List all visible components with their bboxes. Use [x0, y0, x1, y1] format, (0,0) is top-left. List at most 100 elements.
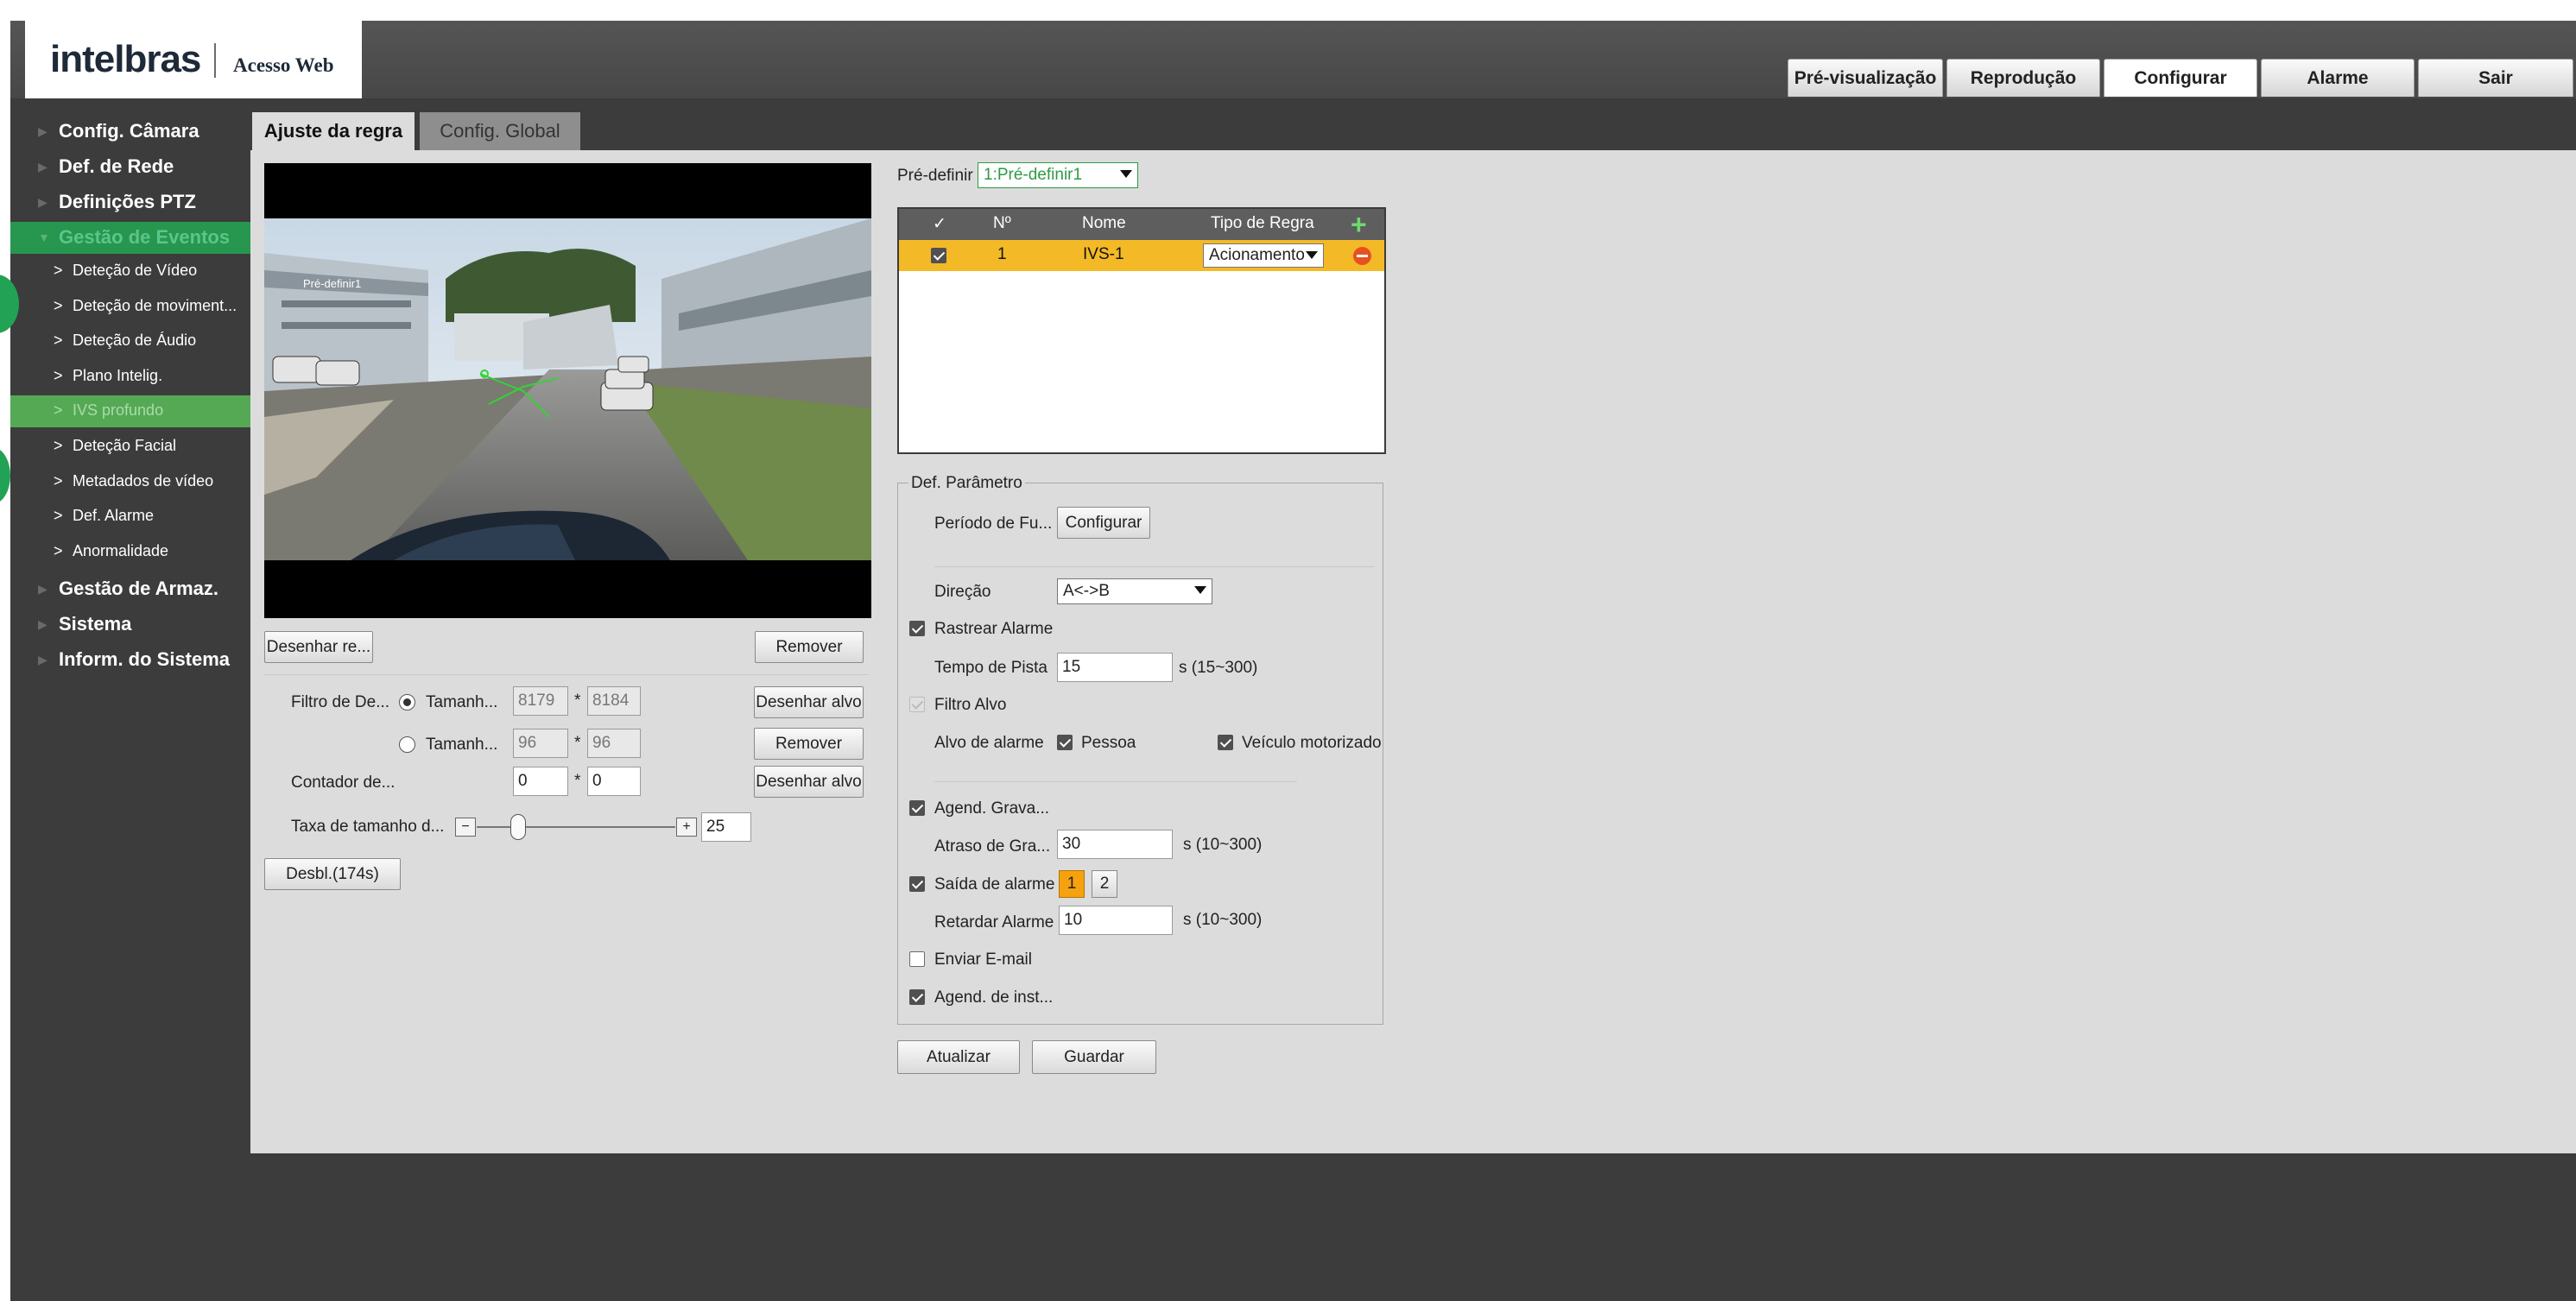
remove-target-button[interactable]: Remover [754, 728, 864, 760]
size-radio-2[interactable] [399, 736, 415, 753]
col-type-header: Tipo de Regra [1211, 214, 1314, 232]
decorative-circle [0, 447, 10, 504]
sidebar-group-storage[interactable]: Gestão de Armaz. [59, 578, 218, 600]
rule-type-select[interactable]: Acionamento [1203, 243, 1324, 268]
nav-tab-preview[interactable]: Pré-visualização [1788, 59, 1943, 97]
record-delay-unit: s (10~300) [1183, 836, 1263, 854]
track-time-label: Tempo de Pista [934, 659, 1047, 677]
configure-button[interactable]: Configurar [1057, 507, 1150, 539]
draw-rule-button[interactable]: Desenhar re... [264, 631, 373, 663]
sidebar-item-deep-ivs[interactable]: IVS profundo [73, 401, 163, 420]
expand-arrow-icon: ▶ [38, 160, 47, 174]
max-width-field[interactable]: 8179 [513, 686, 568, 716]
track-time-input[interactable]: 15 [1057, 653, 1173, 682]
refresh-button[interactable]: Atualizar [897, 1040, 1020, 1074]
times-sign: * [574, 772, 581, 790]
param-legend: Def. Parâmetro [908, 474, 1025, 493]
preset-overlay: Pré-definir1 [303, 277, 361, 290]
min-height-field[interactable]: 96 [587, 729, 641, 758]
delete-rule-icon[interactable] [1353, 247, 1371, 265]
alarm-out-2-button[interactable]: 2 [1092, 870, 1117, 898]
sidebar-group-camera[interactable]: Config. Câmara [59, 120, 199, 142]
vehicle-label: Veículo motorizado [1242, 734, 1382, 752]
draw-target-button[interactable]: Desenhar alvo [754, 686, 864, 718]
size-rate-slider-track[interactable] [477, 826, 675, 828]
expand-arrow-icon: ▶ [38, 582, 47, 596]
sidebar-group-system-info[interactable]: Inform. do Sistema [59, 648, 230, 671]
video-preview[interactable]: Pré-definir1 [264, 163, 871, 618]
rule-name: IVS-1 [1083, 245, 1124, 263]
expand-arrow-icon: ▶ [38, 124, 47, 138]
max-height-field[interactable]: 8184 [587, 686, 641, 716]
counter-label: Contador de... [291, 774, 396, 792]
track-alarm-checkbox[interactable] [909, 621, 925, 636]
preset-select-value: 1:Pré-definir1 [984, 166, 1083, 184]
sidebar-group-ptz[interactable]: Definições PTZ [59, 191, 196, 213]
remove-rule-button[interactable]: Remover [755, 631, 864, 663]
chevron-right-icon: > [54, 507, 63, 524]
sidebar-group-events[interactable]: Gestão de Eventos [59, 226, 230, 249]
nav-tab-playback[interactable]: Reprodução [1946, 59, 2100, 97]
sidebar-group-system[interactable]: Sistema [59, 613, 131, 635]
record-delay-input[interactable]: 30 [1057, 830, 1173, 859]
counter-width-field[interactable]: 0 [513, 767, 568, 796]
save-button[interactable]: Guardar [1032, 1040, 1156, 1074]
disable-button[interactable]: Desbl.(174s) [264, 858, 401, 890]
direction-select[interactable]: A<->B [1057, 578, 1212, 604]
chevron-right-icon: > [54, 297, 63, 314]
target-filter-checkbox[interactable] [909, 697, 925, 712]
add-rule-icon[interactable]: + [1351, 209, 1367, 241]
min-width-field[interactable]: 96 [513, 729, 568, 758]
snapshot-schedule-checkbox[interactable] [909, 989, 925, 1005]
nav-tab-alarm[interactable]: Alarme [2261, 59, 2415, 97]
preset-select[interactable]: 1:Pré-definir1 [978, 162, 1138, 188]
draw-target-button-2[interactable]: Desenhar alvo [754, 766, 864, 798]
sidebar-group-network[interactable]: Def. de Rede [59, 155, 174, 178]
chevron-right-icon: > [54, 542, 63, 559]
tab-rule-setup[interactable]: Ajuste da regra [252, 112, 415, 150]
chevron-right-icon: > [54, 437, 63, 454]
chevron-right-icon: > [54, 401, 63, 419]
nav-tab-logout[interactable]: Sair [2418, 59, 2573, 97]
size-rate-input[interactable]: 25 [701, 812, 751, 842]
sidebar-item-face-detection[interactable]: Deteção Facial [73, 437, 176, 455]
expand-arrow-icon: ▶ [38, 195, 47, 209]
chevron-right-icon: > [54, 367, 63, 384]
sidebar-item-motion-detection[interactable]: Deteção de moviment... [73, 297, 237, 315]
sidebar-item-alarm-setup[interactable]: Def. Alarme [73, 507, 154, 525]
target-filter-label: Filtro Alvo [934, 696, 1007, 714]
minus-icon[interactable]: − [455, 818, 476, 837]
divider [934, 781, 1297, 782]
size-radio-1[interactable] [399, 694, 415, 710]
tab-global-config[interactable]: Config. Global [420, 112, 580, 150]
sidebar-item-video-detection[interactable]: Deteção de Vídeo [73, 262, 197, 280]
size-rate-slider-handle[interactable] [510, 814, 526, 840]
times-sign: * [574, 734, 581, 752]
person-checkbox[interactable] [1057, 735, 1073, 750]
vehicle-checkbox[interactable] [1218, 735, 1233, 750]
sidebar-item-abnormality[interactable]: Anormalidade [73, 542, 168, 560]
counter-height-field[interactable]: 0 [587, 767, 641, 796]
record-schedule-checkbox[interactable] [909, 800, 925, 816]
chevron-down-icon [1194, 586, 1206, 594]
track-alarm-label: Rastrear Alarme [934, 620, 1054, 638]
record-schedule-label: Agend. Grava... [934, 799, 1050, 818]
sidebar-item-video-metadata[interactable]: Metadados de vídeo [73, 472, 213, 490]
person-label: Pessoa [1081, 734, 1136, 752]
logo-separator [214, 43, 216, 78]
rule-type-value: Acionamento [1209, 246, 1304, 264]
size-label-2: Tamanh... [426, 736, 498, 754]
alarm-out-checkbox[interactable] [909, 876, 925, 892]
brand-subtitle: Acesso Web [233, 54, 334, 76]
alarm-out-1-button[interactable]: 1 [1059, 870, 1085, 898]
send-email-checkbox[interactable] [909, 951, 925, 967]
nav-tab-setup[interactable]: Configurar [2104, 59, 2257, 97]
times-sign: * [574, 692, 581, 710]
chevron-right-icon: > [54, 472, 63, 489]
sidebar-item-audio-detection[interactable]: Deteção de Áudio [73, 332, 196, 350]
alarm-delay-input[interactable]: 10 [1059, 906, 1173, 935]
sidebar-item-smart-plan[interactable]: Plano Intelig. [73, 367, 162, 385]
plus-icon[interactable]: + [676, 818, 697, 837]
size-label-1: Tamanh... [426, 693, 498, 711]
rule-enable-checkbox[interactable] [931, 248, 946, 263]
